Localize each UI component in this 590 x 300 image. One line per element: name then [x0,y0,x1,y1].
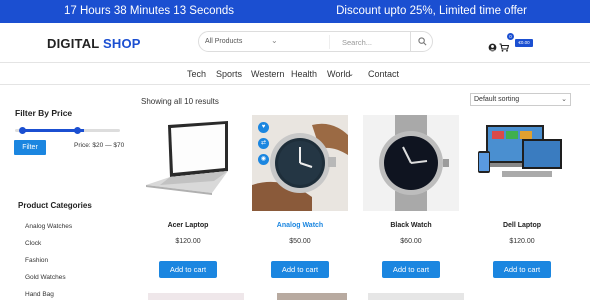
add-to-cart-button[interactable]: Add to cart [382,261,440,278]
product-image[interactable] [277,293,347,300]
nav-item-health[interactable]: Health [291,69,317,79]
logo-text-part2: SHOP [103,36,141,51]
add-to-cart-button[interactable]: Add to cart [271,261,329,278]
eye-icon[interactable]: ◉ [258,154,269,165]
divider [410,32,411,51]
laptop-image[interactable] [140,115,236,211]
add-to-cart-button[interactable]: Add to cart [159,261,217,278]
product-categories-heading: Product Categories [18,201,92,210]
search-input[interactable]: Search... [342,38,372,47]
cart-icon[interactable] [499,39,510,57]
slider-max-handle[interactable] [74,127,81,134]
product-price: $120.00 [509,238,535,245]
search-bar: All Products ⌄ Search... [198,31,433,52]
add-to-cart-button[interactable]: Add to cart [493,261,551,278]
product-price: $60.00 [400,238,422,245]
nav-item-sports[interactable]: Sports [216,69,242,79]
product-name[interactable]: Analog Watch [252,222,348,229]
chevron-down-icon[interactable]: ⌄ [271,36,278,45]
divider [329,35,330,49]
search-icon[interactable] [418,37,427,48]
category-link-hand-bag[interactable]: Hand Bag [25,291,54,298]
countdown-timer: 17 Hours 38 Minutes 13 Seconds [64,5,235,17]
product-name[interactable]: Black Watch [363,222,459,229]
nav-item-world[interactable]: World [327,69,350,79]
site-header: DIGITAL SHOP All Products ⌄ Search... 0 … [0,23,590,63]
offer-text: Discount upto 25%, Limited time offer [336,5,527,17]
filter-by-price-heading: Filter By Price [15,108,73,118]
user-icon[interactable] [488,39,497,57]
chevron-down-icon[interactable]: ⌄ [348,70,354,78]
watch-image[interactable]: ♥ ⇄ ◉ [252,115,348,211]
slider-min-handle[interactable] [19,127,26,134]
category-link-clock[interactable]: Clock [25,240,41,247]
chevron-down-icon: ⌄ [561,96,567,103]
sort-select[interactable]: Default sorting ⌄ [470,93,571,106]
main-nav: Tech Sports Western Health World ⌄ Conta… [0,63,590,85]
cart-count-badge: 0 [507,33,514,40]
devices-image[interactable] [474,115,570,211]
category-link-analog-watches[interactable]: Analog Watches [25,223,72,230]
nav-item-tech[interactable]: Tech [187,69,206,79]
site-logo[interactable]: DIGITAL SHOP [47,36,141,51]
product-name[interactable]: Dell Laptop [474,222,570,229]
product-image[interactable] [368,293,464,300]
price-range-slider[interactable] [15,127,120,134]
compare-icon[interactable]: ⇄ [258,138,269,149]
category-link-gold-watches[interactable]: Gold Watches [25,274,66,281]
category-link-fashion[interactable]: Fashion [25,257,48,264]
sort-selected-label: Default sorting [474,96,520,103]
price-range-text: Price: $20 — $70 [74,142,125,149]
logo-text-part1: DIGITAL [47,36,104,51]
filter-button[interactable]: Filter [14,140,46,155]
result-count: Showing all 10 results [141,97,219,106]
product-image[interactable] [148,293,244,300]
search-category-select[interactable]: All Products [205,38,242,45]
watch-image[interactable] [363,115,459,211]
heart-icon[interactable]: ♥ [258,122,269,133]
product-price: $120.00 [175,238,201,245]
product-name[interactable]: Acer Laptop [140,222,236,229]
product-price: $50.00 [289,238,311,245]
nav-item-western[interactable]: Western [251,69,284,79]
cart-total[interactable]: €0.00 [515,39,533,47]
nav-item-contact[interactable]: Contact [368,69,399,79]
announcement-bar: 17 Hours 38 Minutes 13 Seconds Discount … [0,0,590,23]
